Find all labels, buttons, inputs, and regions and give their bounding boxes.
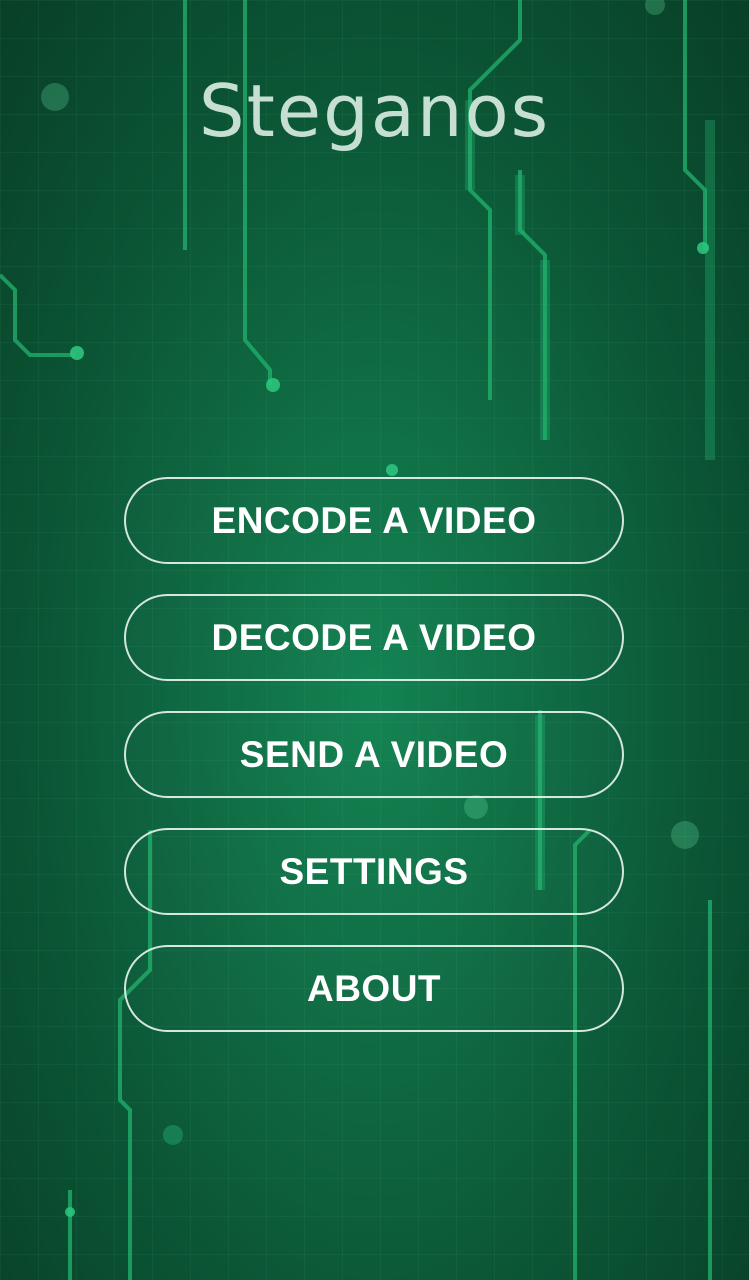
about-label: ABOUT	[306, 968, 442, 1009]
send-video-button[interactable]: SEND A VIDEO	[124, 711, 624, 798]
send-video-label: SEND A VIDEO	[239, 734, 509, 775]
about-button[interactable]: ABOUT	[124, 945, 624, 1032]
encode-video-button[interactable]: ENCODE A VIDEO	[124, 477, 624, 564]
encode-video-label: ENCODE A VIDEO	[211, 500, 537, 541]
settings-label: SETTINGS	[279, 851, 469, 892]
main-menu: ENCODE A VIDEO DECODE A VIDEO SEND A VID…	[124, 477, 624, 1062]
app-title: Steganos	[198, 69, 551, 153]
settings-button[interactable]: SETTINGS	[124, 828, 624, 915]
decode-video-button[interactable]: DECODE A VIDEO	[124, 594, 624, 681]
decode-video-label: DECODE A VIDEO	[211, 617, 537, 658]
